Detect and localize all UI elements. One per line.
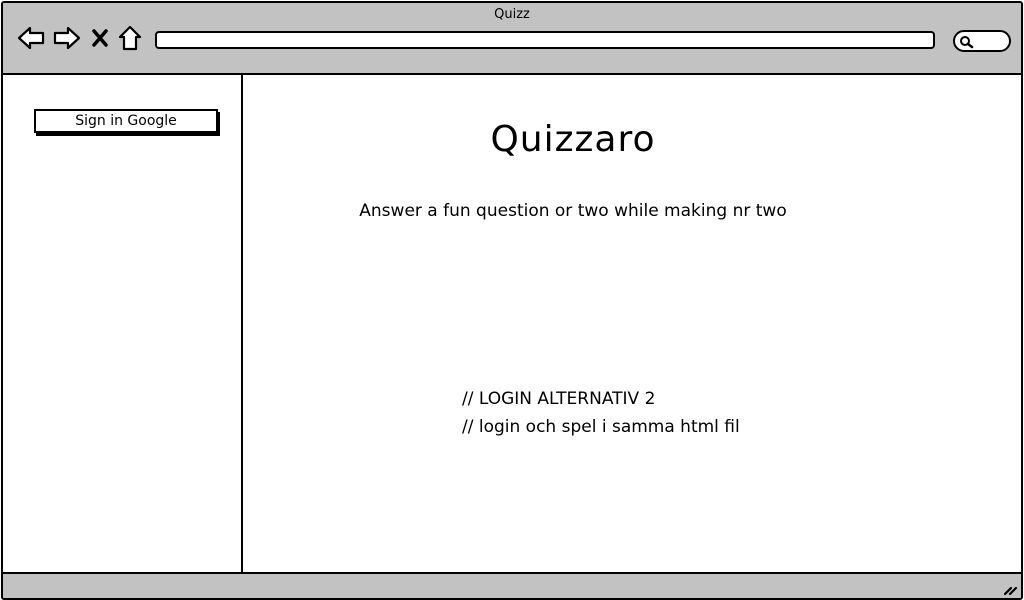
- comment-line: // LOGIN ALTERNATIV 2: [462, 389, 656, 409]
- main-content: Quizzaro Answer a fun question or two wh…: [243, 75, 1021, 572]
- status-bar: [3, 572, 1021, 598]
- search-box[interactable]: [953, 30, 1011, 52]
- comment-line: // login och spel i samma html fil: [462, 417, 740, 437]
- sign-in-google-button[interactable]: Sign in Google: [34, 109, 218, 133]
- search-icon: [960, 36, 974, 49]
- forward-arrow-icon[interactable]: [53, 25, 81, 51]
- window-title: Quizz: [494, 7, 530, 22]
- close-icon[interactable]: [89, 25, 111, 51]
- back-arrow-icon[interactable]: [17, 25, 45, 51]
- home-icon[interactable]: [117, 25, 143, 51]
- browser-window: Quizz Sign in Google Quizzaro Answer a f…: [1, 1, 1023, 600]
- page-title: Quizzaro: [490, 119, 656, 160]
- tagline: Answer a fun question or two while makin…: [359, 201, 787, 221]
- address-bar[interactable]: [155, 31, 935, 49]
- browser-toolbar: Quizz: [3, 3, 1021, 75]
- sidebar: Sign in Google: [3, 75, 243, 572]
- resize-grip-icon[interactable]: [1004, 583, 1018, 595]
